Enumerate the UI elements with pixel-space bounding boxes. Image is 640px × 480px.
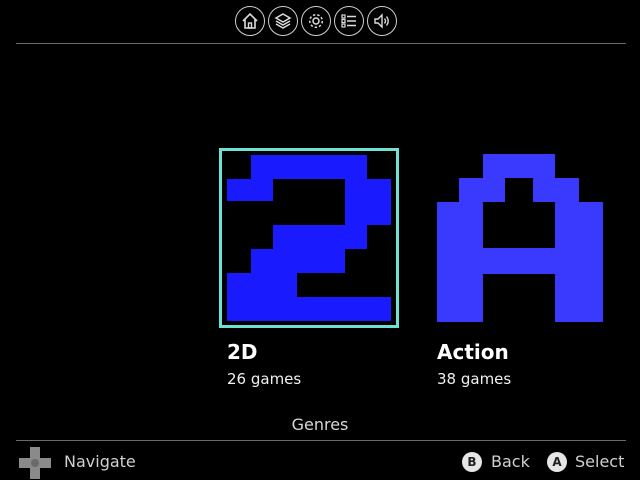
genre-action-image: [437, 154, 603, 322]
select-label[interactable]: Select: [575, 452, 624, 471]
genre-title-action: Action: [437, 340, 509, 364]
list-icon[interactable]: [334, 6, 364, 36]
top-navigation-bar: [0, 0, 640, 44]
genre-tile-action[interactable]: [435, 148, 615, 328]
layers-icon[interactable]: [268, 6, 298, 36]
genre-count-2d: 26 games: [227, 370, 302, 388]
dpad-icon: [19, 447, 51, 479]
top-divider: [16, 43, 626, 44]
speaker-icon[interactable]: [367, 6, 397, 36]
navigate-label: Navigate: [64, 452, 136, 471]
genre-title-2d: 2D: [227, 340, 258, 364]
genre-count-action: 38 games: [437, 370, 512, 388]
back-label[interactable]: Back: [491, 452, 530, 471]
genre-tile-2d[interactable]: [219, 148, 399, 328]
top-icon-row: [235, 6, 397, 38]
a-button-icon[interactable]: A: [547, 452, 567, 472]
b-button-icon[interactable]: B: [462, 452, 482, 472]
genre-2d-image: [227, 155, 391, 321]
section-label: Genres: [291, 415, 349, 434]
bottom-divider: [16, 440, 626, 441]
home-icon[interactable]: [235, 6, 265, 36]
gear-icon[interactable]: [301, 6, 331, 36]
